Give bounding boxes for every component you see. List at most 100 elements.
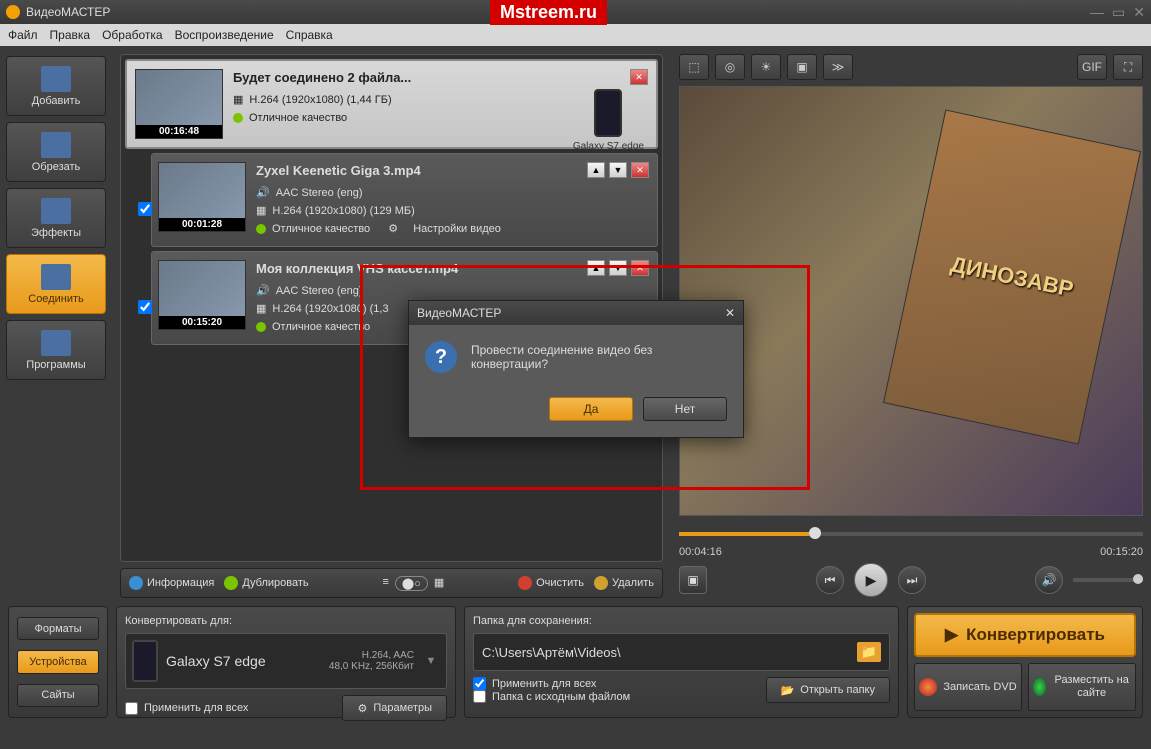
time-current: 00:04:16 xyxy=(679,546,722,558)
gif-tool[interactable]: GIF xyxy=(1077,54,1107,80)
volume-button[interactable]: 🔊 xyxy=(1035,566,1063,594)
dialog-message: Провести соединение видео без конвертаци… xyxy=(471,343,727,371)
dropdown-icon[interactable]: ▼ xyxy=(422,655,440,667)
view-list-icon[interactable]: ≡ xyxy=(382,576,388,591)
file-1-remove-button[interactable]: ✕ xyxy=(631,162,649,178)
tab-devices[interactable]: Устройства xyxy=(17,650,99,673)
browse-folder-button[interactable]: 📁 xyxy=(857,642,881,662)
tab-formats[interactable]: Форматы xyxy=(17,617,99,640)
merged-codec: H.264 (1920x1080) (1,44 ГБ) xyxy=(249,91,391,109)
video-preview[interactable]: ДИНОЗАВР xyxy=(679,86,1143,516)
codec-icon: ▦ xyxy=(233,91,243,109)
prev-button[interactable]: ⏮ xyxy=(816,566,844,594)
file-1-down-button[interactable]: ▼ xyxy=(609,162,627,178)
dialog-close-button[interactable]: ✕ xyxy=(725,306,735,320)
duplicate-button[interactable]: Дублировать xyxy=(224,576,308,590)
sidebar-effects[interactable]: Эффекты xyxy=(6,188,106,248)
format-selector[interactable]: Galaxy S7 edge H.264, AAC 48,0 KHz, 256К… xyxy=(125,633,447,689)
next-button[interactable]: ⏭ xyxy=(898,566,926,594)
file-2-up-button[interactable]: ▲ xyxy=(587,260,605,276)
file-1-thumbnail: 00:01:28 xyxy=(158,162,246,232)
file-1-up-button[interactable]: ▲ xyxy=(587,162,605,178)
maximize-button[interactable]: ▭ xyxy=(1112,4,1125,21)
sidebar-add-label: Добавить xyxy=(32,95,81,107)
apply-all-2[interactable]: Применить для всех xyxy=(473,677,630,690)
file-1-checkbox[interactable] xyxy=(138,202,152,216)
globe-icon xyxy=(1033,678,1046,696)
quality-dot-icon xyxy=(233,113,243,123)
apply-all-1[interactable]: Применить для всех xyxy=(125,702,248,715)
clear-icon xyxy=(518,576,532,590)
sidebar-merge[interactable]: Соединить xyxy=(6,254,106,314)
info-icon xyxy=(129,576,143,590)
params-button[interactable]: ⚙Параметры xyxy=(342,695,447,721)
fullscreen-tool[interactable]: ⛶ xyxy=(1113,54,1143,80)
view-grid-icon[interactable]: ▦ xyxy=(434,576,444,591)
menu-edit[interactable]: Правка xyxy=(50,28,91,42)
tab-sites[interactable]: Сайты xyxy=(17,684,99,707)
burn-dvd-button[interactable]: Записать DVD xyxy=(914,663,1022,711)
volume-slider[interactable] xyxy=(1073,578,1143,582)
minimize-button[interactable]: — xyxy=(1090,4,1104,21)
sidebar-programs-label: Программы xyxy=(26,359,85,371)
sidebar-add[interactable]: Добавить xyxy=(6,56,106,116)
timeline-knob[interactable] xyxy=(809,527,821,539)
audio-icon: 🔊 xyxy=(256,282,270,300)
close-button[interactable]: ✕ xyxy=(1133,4,1145,21)
menu-help[interactable]: Справка xyxy=(286,28,333,42)
file-1-settings[interactable]: Настройки видео xyxy=(413,220,501,238)
rotate-tool[interactable]: ◎ xyxy=(715,54,745,80)
delete-button[interactable]: Удалить xyxy=(594,576,654,590)
file-2-video: H.264 (1920x1080) (1,3 xyxy=(272,300,388,318)
convert-for-label: Конвертировать для: xyxy=(125,615,447,627)
dialog-yes-button[interactable]: Да xyxy=(549,397,633,421)
phone-icon xyxy=(132,640,158,682)
dialog-no-button[interactable]: Нет xyxy=(643,397,727,421)
brightness-tool[interactable]: ☀ xyxy=(751,54,781,80)
plus-icon xyxy=(224,576,238,590)
file-2-thumbnail: 00:15:20 xyxy=(158,260,246,330)
file-2-remove-button[interactable]: ✕ xyxy=(631,260,649,276)
merged-thumbnail: 00:16:48 xyxy=(135,69,223,139)
menubar: Файл Правка Обработка Воспроизведение Сп… xyxy=(0,24,1151,46)
menu-playback[interactable]: Воспроизведение xyxy=(175,28,274,42)
file-item-1[interactable]: 00:01:28 Zyxel Keenetic Giga 3.mp4 🔊AAC … xyxy=(151,153,658,247)
clear-button[interactable]: Очистить xyxy=(518,576,584,590)
frame-tool[interactable]: ▣ xyxy=(787,54,817,80)
video-icon: ▦ xyxy=(256,202,266,220)
disc-icon xyxy=(919,678,937,696)
file-2-down-button[interactable]: ▼ xyxy=(609,260,627,276)
merged-remove-button[interactable]: ✕ xyxy=(630,69,648,85)
sidebar-cut[interactable]: Обрезать xyxy=(6,122,106,182)
menu-file[interactable]: Файл xyxy=(8,28,38,42)
app-icon xyxy=(6,5,20,19)
file-2-checkbox[interactable] xyxy=(138,300,152,314)
quality-dot-icon xyxy=(256,224,266,234)
file-1-audio: AAC Stereo (eng) xyxy=(276,184,363,202)
file-1-quality: Отличное качество xyxy=(272,220,370,238)
timeline[interactable] xyxy=(679,522,1143,546)
src-folder-check[interactable]: Папка с исходным файлом xyxy=(473,690,630,703)
crop-tool[interactable]: ⬚ xyxy=(679,54,709,80)
view-toggle-icon[interactable]: ⬤○ xyxy=(395,576,428,591)
speed-tool[interactable]: ≫ xyxy=(823,54,853,80)
merged-title: Будет соединено 2 файла... xyxy=(233,69,648,87)
sidebar-programs[interactable]: Программы xyxy=(6,320,106,380)
device-name: Galaxy S7 edge xyxy=(166,653,321,669)
time-total: 00:15:20 xyxy=(1100,546,1143,558)
codec-info-1: H.264, AAC xyxy=(329,650,414,661)
sidebar-merge-label: Соединить xyxy=(28,293,84,305)
app-title: ВидеоМАСТЕР xyxy=(26,5,110,19)
merged-output-item[interactable]: 00:16:48 Будет соединено 2 файла... ▦ H.2… xyxy=(125,59,658,149)
video-icon: ▦ xyxy=(256,300,266,318)
open-folder-button[interactable]: 📂Открыть папку xyxy=(766,677,890,703)
snapshot-button[interactable]: ▣ xyxy=(679,566,707,594)
merged-quality: Отличное качество xyxy=(249,109,347,127)
play-icon: ▶ xyxy=(945,625,958,645)
info-button[interactable]: Информация xyxy=(129,576,214,590)
convert-button[interactable]: ▶Конвертировать xyxy=(914,613,1136,657)
play-button[interactable]: ▶ xyxy=(854,563,888,597)
menu-process[interactable]: Обработка xyxy=(102,28,163,42)
publish-button[interactable]: Разместить на сайте xyxy=(1028,663,1136,711)
codec-info-2: 48,0 KHz, 256Кбит xyxy=(329,661,414,672)
